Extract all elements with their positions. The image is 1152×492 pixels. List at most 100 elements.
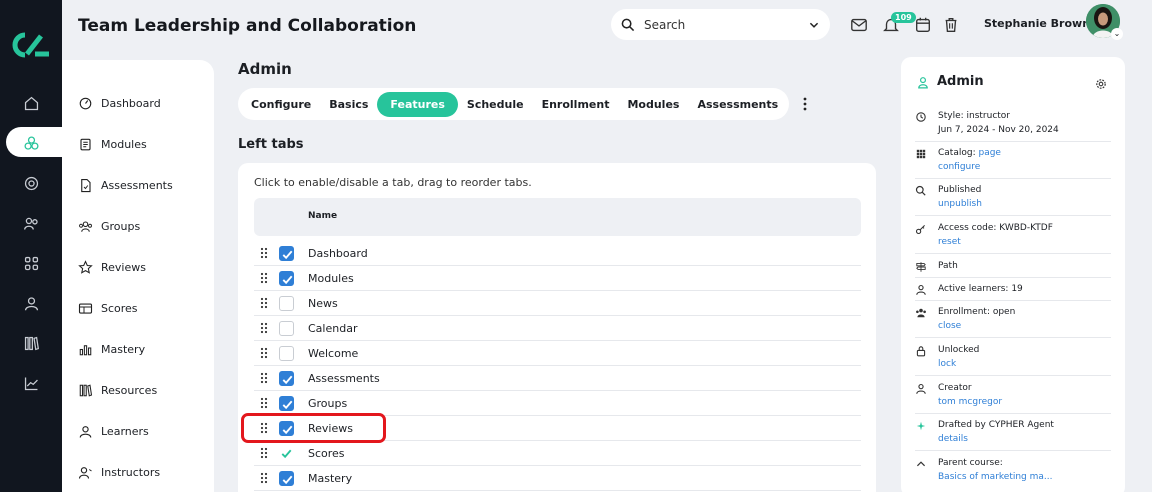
course-nav: Dashboard Modules Assessments Groups Rev… <box>62 60 214 492</box>
tab-basics[interactable]: Basics <box>320 92 377 117</box>
nav-item-mastery[interactable]: Mastery <box>78 342 145 357</box>
info-link[interactable]: lock <box>938 357 1111 371</box>
tab-row-calendar[interactable]: Calendar <box>254 316 861 341</box>
info-link[interactable]: unpublish <box>938 197 1111 211</box>
tab-row-dashboard[interactable]: Dashboard <box>254 241 861 266</box>
gear-icon[interactable] <box>1095 78 1107 90</box>
tab-checkbox[interactable] <box>279 396 294 411</box>
analytics-icon[interactable] <box>18 370 44 396</box>
table-header: Name <box>254 198 861 236</box>
tab-row-news[interactable]: News <box>254 291 861 316</box>
instructor-icon <box>78 467 92 479</box>
drag-handle-icon[interactable] <box>260 472 268 484</box>
nav-item-reviews[interactable]: Reviews <box>78 260 146 275</box>
avatar-chevron-icon[interactable]: ⌄ <box>1111 28 1123 40</box>
tab-checkbox[interactable] <box>279 346 294 361</box>
tab-checkbox[interactable] <box>279 296 294 311</box>
library-icon[interactable] <box>18 330 44 356</box>
tab-row-mastery[interactable]: Mastery <box>254 466 861 491</box>
tab-checkbox[interactable] <box>279 446 294 461</box>
tab-row-modules[interactable]: Modules <box>254 266 861 291</box>
calendar-icon[interactable] <box>914 16 932 34</box>
section-title: Admin <box>238 60 292 78</box>
drag-handle-icon[interactable] <box>260 397 268 409</box>
trash-icon[interactable] <box>942 16 960 34</box>
drag-handle-icon[interactable] <box>260 247 268 259</box>
tab-row-label: Groups <box>308 397 348 410</box>
target-icon[interactable] <box>18 170 44 196</box>
apps-icon[interactable] <box>18 250 44 276</box>
people-icon[interactable] <box>18 210 44 236</box>
tab-row-label: Calendar <box>308 322 358 335</box>
top-header: Team Leadership and Collaboration Search… <box>62 0 1152 52</box>
person-icon <box>79 426 92 438</box>
nav-item-modules[interactable]: Modules <box>78 137 147 152</box>
tab-row-label: Mastery <box>308 472 353 485</box>
tab-row-scores[interactable]: Scores <box>254 441 861 466</box>
drag-handle-icon[interactable] <box>260 322 268 334</box>
chevron-down-icon[interactable] <box>808 19 820 31</box>
tab-checkbox[interactable] <box>279 246 294 261</box>
search-icon <box>621 18 635 31</box>
logo-icon[interactable] <box>11 32 51 58</box>
info-text: Path <box>938 261 958 271</box>
nav-item-resources[interactable]: Resources <box>78 383 157 398</box>
grid-icon <box>916 149 926 159</box>
admin-info-item: Active learners: 19 <box>915 282 1111 301</box>
admin-info-item: Parent course: Basics of marketing ma... <box>915 456 1111 488</box>
admin-info-item: Unlocked lock <box>915 343 1111 376</box>
tab-schedule[interactable]: Schedule <box>458 92 533 117</box>
drag-handle-icon[interactable] <box>260 272 268 284</box>
tab-checkbox[interactable] <box>279 371 294 386</box>
left-tabs-title: Left tabs <box>238 137 304 152</box>
tab-checkbox[interactable] <box>279 321 294 336</box>
nav-item-learners[interactable]: Learners <box>78 424 149 439</box>
search-input[interactable]: Search <box>644 18 808 32</box>
drag-handle-icon[interactable] <box>260 372 268 384</box>
tab-modules[interactable]: Modules <box>618 92 688 117</box>
info-link[interactable]: tom mcgregor <box>938 395 1111 409</box>
tab-features[interactable]: Features <box>377 91 458 117</box>
info-link[interactable]: configure <box>938 160 1111 174</box>
tab-row-label: News <box>308 297 338 310</box>
home-icon[interactable] <box>18 90 44 116</box>
info-link[interactable]: Basics of marketing ma... <box>938 470 1111 484</box>
tab-enrollment[interactable]: Enrollment <box>533 92 619 117</box>
assessments-icon <box>81 178 91 193</box>
nav-item-dashboard[interactable]: Dashboard <box>78 96 161 111</box>
tab-row-assessments[interactable]: Assessments <box>254 366 861 391</box>
nav-item-instructors[interactable]: Instructors <box>78 465 160 480</box>
column-name-header: Name <box>308 211 338 221</box>
mail-icon[interactable] <box>850 16 868 34</box>
notification-badge: 109 <box>891 12 916 23</box>
drag-handle-icon[interactable] <box>260 347 268 359</box>
info-link[interactable]: close <box>938 319 1111 333</box>
tab-checkbox[interactable] <box>279 271 294 286</box>
info-text: Parent course: <box>938 458 1003 468</box>
tab-assessments[interactable]: Assessments <box>688 92 787 117</box>
user-icon[interactable] <box>18 290 44 316</box>
admin-info-item: Drafted by CYPHER Agent details <box>915 418 1111 451</box>
info-link[interactable]: reset <box>938 235 1111 249</box>
inline-link[interactable]: page <box>978 148 1000 158</box>
nav-item-groups[interactable]: Groups <box>78 219 140 234</box>
check-icon <box>282 475 293 485</box>
more-options-icon[interactable] <box>800 96 810 112</box>
drag-handle-icon[interactable] <box>260 447 268 459</box>
tab-checkbox[interactable] <box>279 471 294 486</box>
nav-item-assessments[interactable]: Assessments <box>78 178 173 193</box>
people-icon <box>916 308 926 318</box>
info-link[interactable]: details <box>938 432 1111 446</box>
tab-configure[interactable]: Configure <box>242 92 320 117</box>
nav-item-scores[interactable]: Scores <box>78 301 138 316</box>
user-name[interactable]: Stephanie Brown <box>984 17 1090 30</box>
search-box[interactable]: Search <box>611 9 830 40</box>
tab-row-welcome[interactable]: Welcome <box>254 341 861 366</box>
reviews-row-highlight <box>241 413 386 443</box>
tab-row-label: Welcome <box>308 347 359 360</box>
admin-tabs: Configure Basics Features Schedule Enrol… <box>238 88 789 120</box>
check-icon <box>282 400 293 410</box>
courses-icon[interactable] <box>18 130 44 156</box>
drag-handle-icon[interactable] <box>260 297 268 309</box>
admin-info-item: Published unpublish <box>915 183 1111 216</box>
